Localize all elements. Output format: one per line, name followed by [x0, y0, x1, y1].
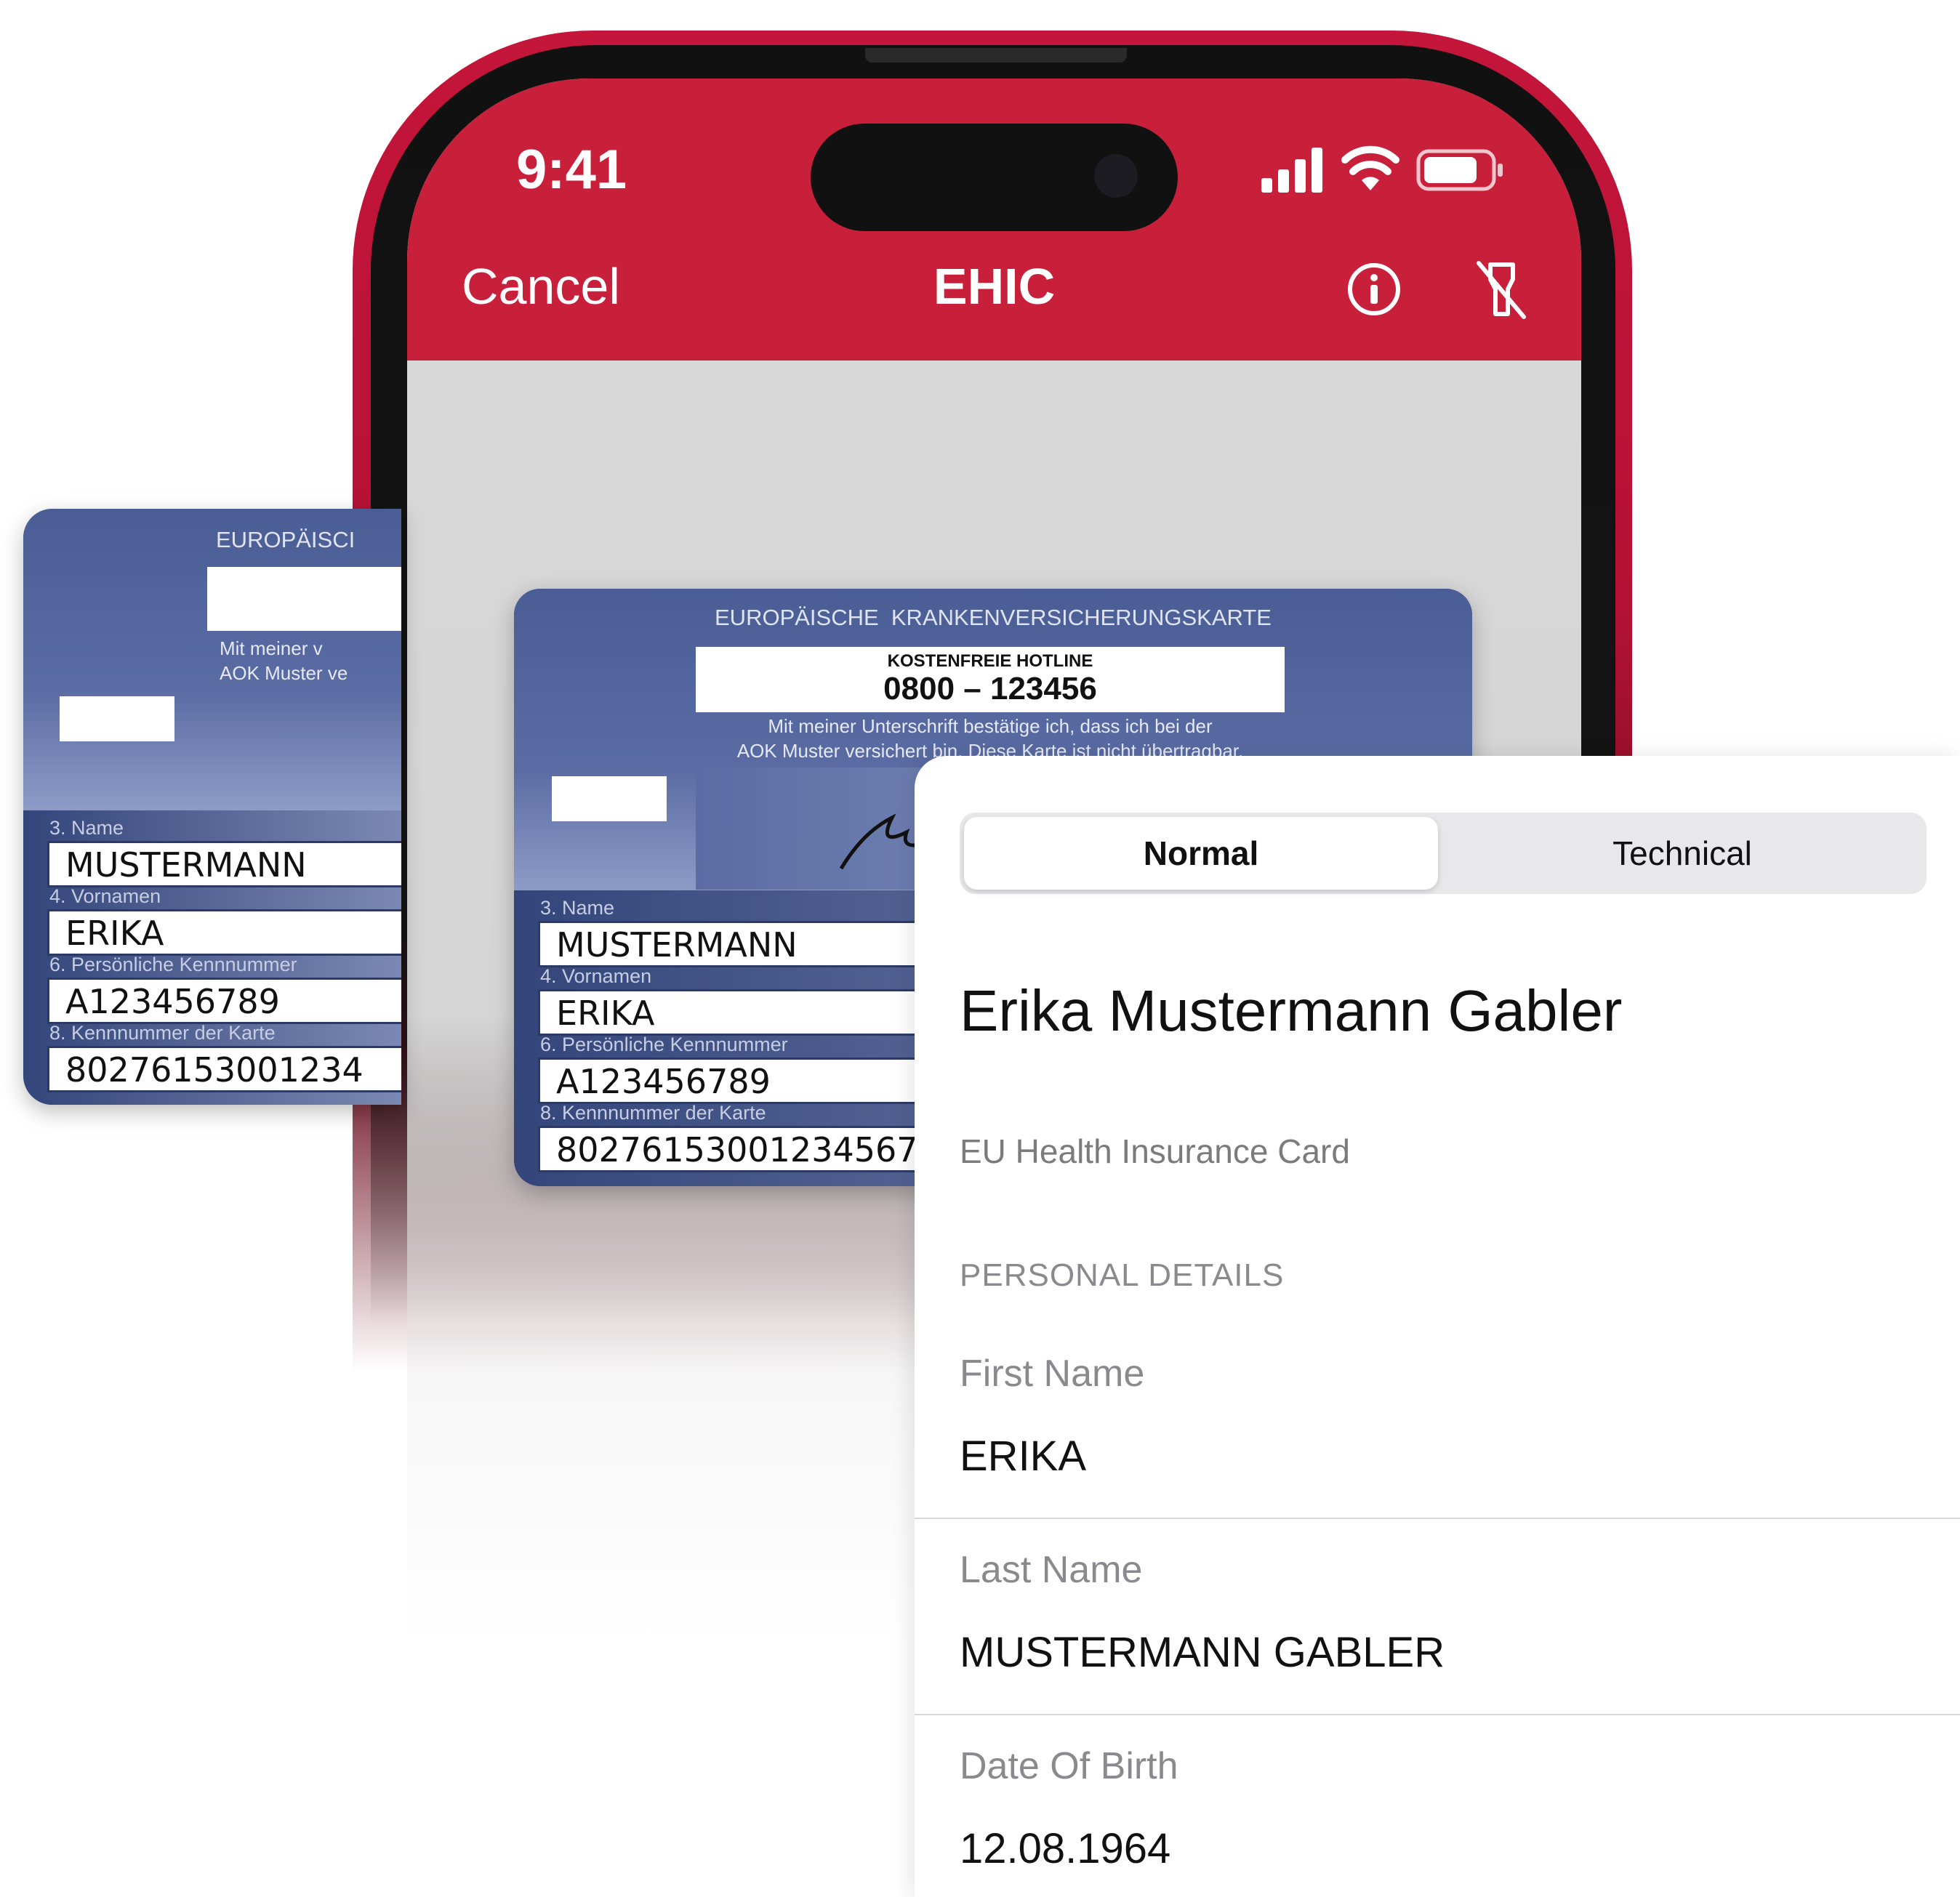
card-chip-slot	[60, 696, 174, 741]
field-label-date-of-birth: Date Of Birth	[960, 1745, 1178, 1787]
card-value-name: MUSTERMANN	[47, 841, 401, 887]
holder-name: Erika Mustermann Gabler	[960, 978, 1623, 1043]
card-value-personal-id: A123456789	[47, 978, 401, 1024]
card-label-personal-id: 6. Persönliche Kennnummer	[540, 1034, 788, 1055]
card-signature-line-1: Mit meiner Unterschrift bestätige ich, d…	[768, 715, 1213, 737]
card-signature-text: Mit meiner v AOK Muster ve	[220, 636, 348, 685]
card-signature-line-1: Mit meiner v	[220, 637, 323, 659]
ehic-card-background: EUROPÄISCI Mit meiner v AOK Muster ve 3.…	[23, 509, 401, 1105]
field-value-last-name: MUSTERMANN GABLER	[960, 1629, 1445, 1676]
front-camera	[1094, 154, 1138, 198]
card-hotline-box	[207, 567, 401, 631]
card-chip-slot	[552, 776, 667, 821]
field-divider	[915, 1714, 1960, 1715]
result-sheet: Normal Technical Erika Mustermann Gabler…	[915, 756, 1960, 1897]
document-type: EU Health Insurance Card	[960, 1132, 1350, 1170]
status-time: 9:41	[516, 139, 627, 201]
field-label-last-name: Last Name	[960, 1549, 1143, 1591]
battery-icon	[1416, 149, 1503, 191]
section-header-personal-details: PERSONAL DETAILS	[960, 1257, 1285, 1293]
card-value-card-id: 80276153001234	[47, 1046, 401, 1092]
cellular-signal-icon	[1261, 148, 1322, 193]
app-header: 9:41 Cancel EHIC	[407, 78, 1581, 361]
segment-technical[interactable]: Technical	[1442, 817, 1922, 890]
card-hotline-number: 0800 – 123456	[883, 671, 1097, 706]
card-signature-line-2: AOK Muster ve	[220, 662, 348, 684]
segment-normal[interactable]: Normal	[964, 817, 1438, 890]
card-value-first-name: ERIKA	[47, 909, 401, 956]
card-hotline-box: KOSTENFREIE HOTLINE 0800 – 123456	[696, 647, 1285, 712]
card-label-card-id: 8. Kennnummer der Karte	[49, 1022, 276, 1044]
nav-title: EHIC	[933, 258, 1056, 315]
card-label-name: 3. Name	[49, 817, 124, 839]
card-label-first-name: 4. Vornamen	[540, 965, 652, 987]
card-label-personal-id: 6. Persönliche Kennnummer	[49, 954, 297, 975]
card-header-title: EUROPÄISCI	[216, 527, 356, 552]
field-divider	[915, 1518, 1960, 1519]
field-value-date-of-birth: 12.08.1964	[960, 1825, 1171, 1872]
wifi-icon	[1341, 145, 1399, 190]
card-hotline-label: KOSTENFREIE HOTLINE	[887, 651, 1093, 671]
card-label-card-id: 8. Kennnummer der Karte	[540, 1102, 766, 1124]
flashlight-off-icon[interactable]	[1474, 259, 1529, 321]
info-icon[interactable]	[1345, 260, 1403, 318]
phone-speaker-bar	[865, 48, 1127, 63]
field-value-first-name: ERIKA	[960, 1433, 1087, 1480]
view-mode-segmented-control: Normal Technical	[960, 813, 1927, 894]
card-label-name: 3. Name	[540, 897, 615, 919]
card-label-first-name: 4. Vornamen	[49, 885, 161, 907]
field-label-first-name: First Name	[960, 1353, 1145, 1395]
card-header-title: EUROPÄISCHE KRANKENVERSICHERUNGSKARTE	[715, 605, 1272, 630]
